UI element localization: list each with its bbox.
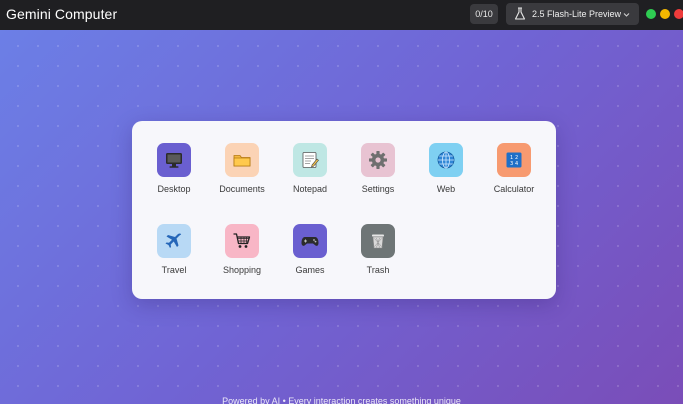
app-title: Gemini Computer (6, 6, 118, 22)
app-shopping[interactable]: Shopping (208, 224, 276, 290)
app-calculator-tile: 1 2 3 4 (497, 143, 531, 177)
app-web[interactable]: Web (412, 143, 480, 209)
app-shopping-tile (225, 224, 259, 258)
app-documents[interactable]: Documents (208, 143, 276, 209)
app-settings[interactable]: Settings (344, 143, 412, 209)
minimize-button[interactable] (660, 9, 670, 19)
app-web-tile (429, 143, 463, 177)
app-settings-label: Settings (361, 184, 395, 194)
app-calculator-label: Calculator (493, 184, 535, 194)
model-selector[interactable]: 2.5 Flash-Lite Preview (506, 3, 639, 25)
app-trash-tile (361, 224, 395, 258)
chevron-down-icon (623, 10, 630, 17)
app-trash[interactable]: Trash (344, 224, 412, 290)
desktop-background: Desktop Documents Notepad Settings Web 1… (0, 30, 683, 404)
app-shopping-label: Shopping (222, 265, 262, 275)
app-notepad-tile (293, 143, 327, 177)
app-travel-label: Travel (161, 265, 187, 275)
monitor-icon (166, 153, 182, 168)
app-launcher-panel: Desktop Documents Notepad Settings Web 1… (132, 121, 556, 299)
app-desktop-label: Desktop (157, 184, 191, 194)
app-travel-tile (157, 224, 191, 258)
globe-icon (437, 151, 455, 169)
app-documents-tile (225, 143, 259, 177)
gamepad-icon (301, 237, 319, 246)
title-bar: Gemini Computer 0/10 2.5 Flash-Lite Prev… (0, 0, 683, 30)
footer-tagline: Powered by AI • Every interaction create… (222, 396, 461, 404)
shopping-cart-icon (233, 233, 251, 248)
app-desktop[interactable]: Desktop (140, 143, 208, 209)
folder-icon (233, 155, 251, 167)
app-games-label: Games (295, 265, 325, 275)
app-trash-label: Trash (366, 265, 390, 275)
app-notepad[interactable]: Notepad (276, 143, 344, 209)
app-settings-tile (361, 143, 395, 177)
app-calculator[interactable]: 1 2 3 4 Calculator (480, 143, 548, 209)
app-notepad-label: Notepad (292, 184, 328, 194)
gear-icon (369, 151, 387, 169)
notepad-icon (302, 152, 319, 168)
interaction-counter: 0/10 (470, 4, 498, 24)
app-travel[interactable]: Travel (140, 224, 208, 290)
trash-icon (372, 234, 384, 249)
app-games[interactable]: Games (276, 224, 344, 290)
maximize-button[interactable] (646, 9, 656, 19)
app-games-tile (293, 224, 327, 258)
app-desktop-tile (157, 143, 191, 177)
svg-text:4: 4 (515, 161, 518, 167)
model-selector-label: 2.5 Flash-Lite Preview (532, 9, 622, 19)
calculator-icon: 1 2 3 4 (506, 152, 522, 168)
app-web-label: Web (436, 184, 456, 194)
close-button[interactable] (674, 9, 683, 19)
flask-icon (514, 7, 526, 21)
svg-text:3: 3 (510, 161, 513, 167)
app-documents-label: Documents (219, 184, 265, 194)
airplane-icon (165, 233, 182, 248)
